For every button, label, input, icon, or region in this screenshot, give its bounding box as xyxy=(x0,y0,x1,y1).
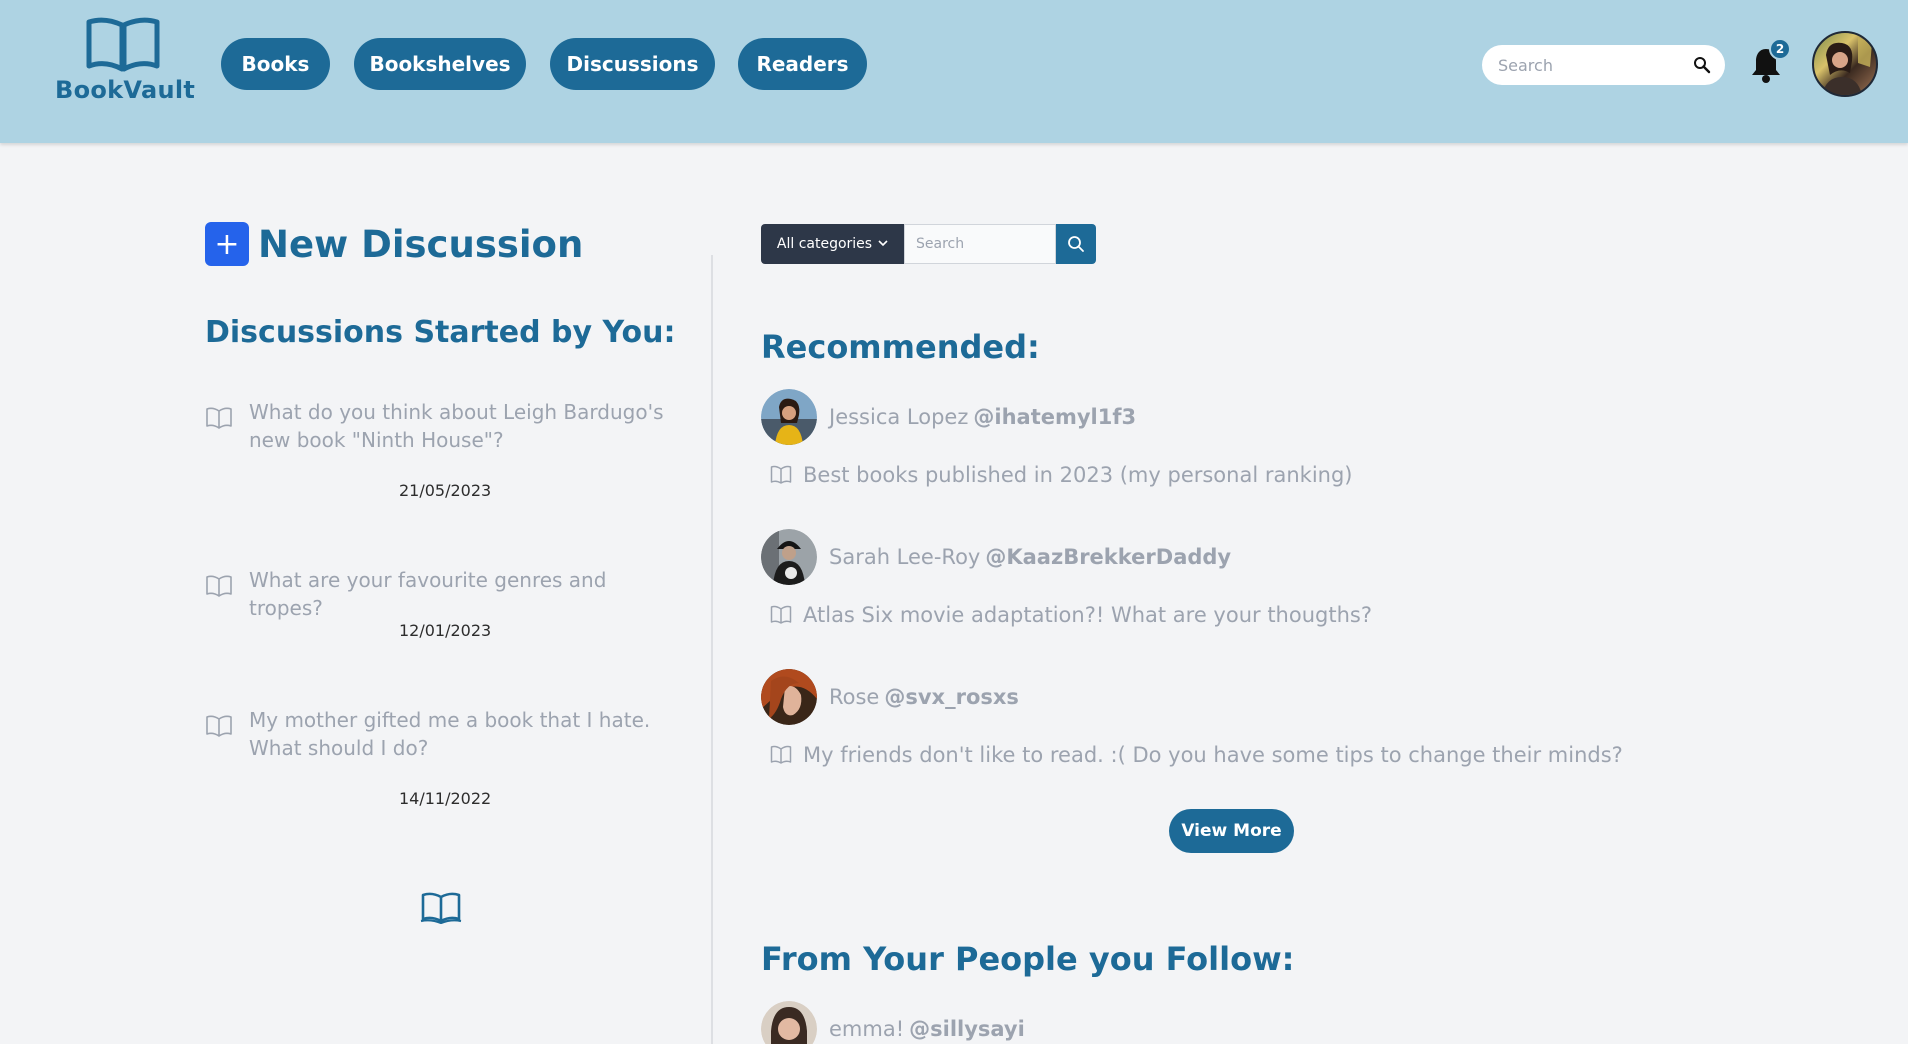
user-handle[interactable]: @svx_rosxs xyxy=(884,685,1019,709)
recommended-post[interactable]: My friends don't like to read. :( Do you… xyxy=(770,743,1623,767)
nav-bookshelves-button[interactable]: Bookshelves xyxy=(354,38,526,90)
following-user: emma! @sillysayi xyxy=(761,1001,1025,1044)
nav-discussions-button[interactable]: Discussions xyxy=(550,38,715,90)
discussion-question: What do you think about Leigh Bardugo's … xyxy=(249,400,664,452)
recommended-title: Recommended: xyxy=(761,328,1040,366)
discussion-search-input[interactable] xyxy=(904,224,1056,264)
book-icon xyxy=(770,745,792,764)
plus-icon: + xyxy=(205,222,249,266)
logo-book-icon xyxy=(86,17,160,72)
user-avatar[interactable] xyxy=(1812,31,1878,97)
my-discussion-item[interactable]: What do you think about Leigh Bardugo's … xyxy=(205,398,685,500)
user-name: Jessica Lopez xyxy=(829,405,969,429)
user-name: Sarah Lee-Roy xyxy=(829,545,981,569)
avatar[interactable] xyxy=(761,669,817,725)
following-title: From Your People you Follow: xyxy=(761,940,1295,978)
recommended-post[interactable]: Atlas Six movie adaptation?! What are yo… xyxy=(770,603,1372,627)
avatar[interactable] xyxy=(761,389,817,445)
new-discussion-label: New Discussion xyxy=(258,222,584,266)
view-more-button[interactable]: View More xyxy=(1169,809,1294,853)
user-name: Rose xyxy=(829,685,880,709)
book-icon xyxy=(206,407,232,429)
book-icon[interactable] xyxy=(420,890,462,924)
header-search-input[interactable] xyxy=(1498,55,1693,75)
notification-badge: 2 xyxy=(1769,38,1791,60)
discussion-question: My mother gifted me a book that I hate. … xyxy=(249,708,651,760)
discussion-date: 12/01/2023 xyxy=(399,621,492,640)
avatar[interactable] xyxy=(761,529,817,585)
user-handle[interactable]: @ihatemyl1f3 xyxy=(973,405,1136,429)
discussion-date: 21/05/2023 xyxy=(399,481,492,500)
category-label: All categories xyxy=(776,236,873,252)
post-title: Atlas Six movie adaptation?! What are yo… xyxy=(803,603,1372,627)
post-title: My friends don't like to read. :( Do you… xyxy=(803,743,1623,767)
recommended-user: Rose @svx_rosxs xyxy=(761,669,1019,725)
discussion-filter: All categories xyxy=(761,224,1096,264)
my-discussion-item[interactable]: My mother gifted me a book that I hate. … xyxy=(205,706,685,808)
chevron-down-icon xyxy=(878,239,888,250)
book-icon xyxy=(770,605,792,624)
header-search xyxy=(1482,45,1725,85)
book-icon xyxy=(206,715,232,737)
column-divider xyxy=(711,255,713,1044)
recommended-user: Jessica Lopez @ihatemyl1f3 xyxy=(761,389,1136,445)
discussion-search-button[interactable] xyxy=(1056,224,1096,264)
user-name: emma! xyxy=(829,1017,905,1041)
new-discussion-button[interactable]: + New Discussion xyxy=(205,222,583,266)
book-icon xyxy=(770,465,792,484)
nav-readers-button[interactable]: Readers xyxy=(738,38,867,90)
nav-books-button[interactable]: Books xyxy=(221,38,330,90)
discussion-date: 14/11/2022 xyxy=(399,789,492,808)
top-nav-bar: BookVault Books Bookshelves Discussions … xyxy=(0,0,1908,143)
recommended-post[interactable]: Best books published in 2023 (my persona… xyxy=(770,463,1353,487)
category-dropdown[interactable]: All categories xyxy=(761,224,904,264)
avatar[interactable] xyxy=(761,1001,817,1044)
user-handle[interactable]: @KaazBrekkerDaddy xyxy=(985,545,1231,569)
search-icon[interactable] xyxy=(1693,56,1711,74)
discussion-question: What are your favourite genres and trope… xyxy=(249,568,607,620)
user-handle[interactable]: @sillysayi xyxy=(909,1017,1025,1041)
post-title: Best books published in 2023 (my persona… xyxy=(803,463,1353,487)
logo-text: BookVault xyxy=(55,76,196,104)
my-discussion-item[interactable]: What are your favourite genres and trope… xyxy=(205,566,685,640)
search-icon xyxy=(1068,236,1084,252)
logo[interactable]: BookVault xyxy=(55,14,196,104)
started-discussions-title: Discussions Started by You: xyxy=(205,315,676,350)
recommended-user: Sarah Lee-Roy @KaazBrekkerDaddy xyxy=(761,529,1231,585)
book-icon xyxy=(206,575,232,597)
